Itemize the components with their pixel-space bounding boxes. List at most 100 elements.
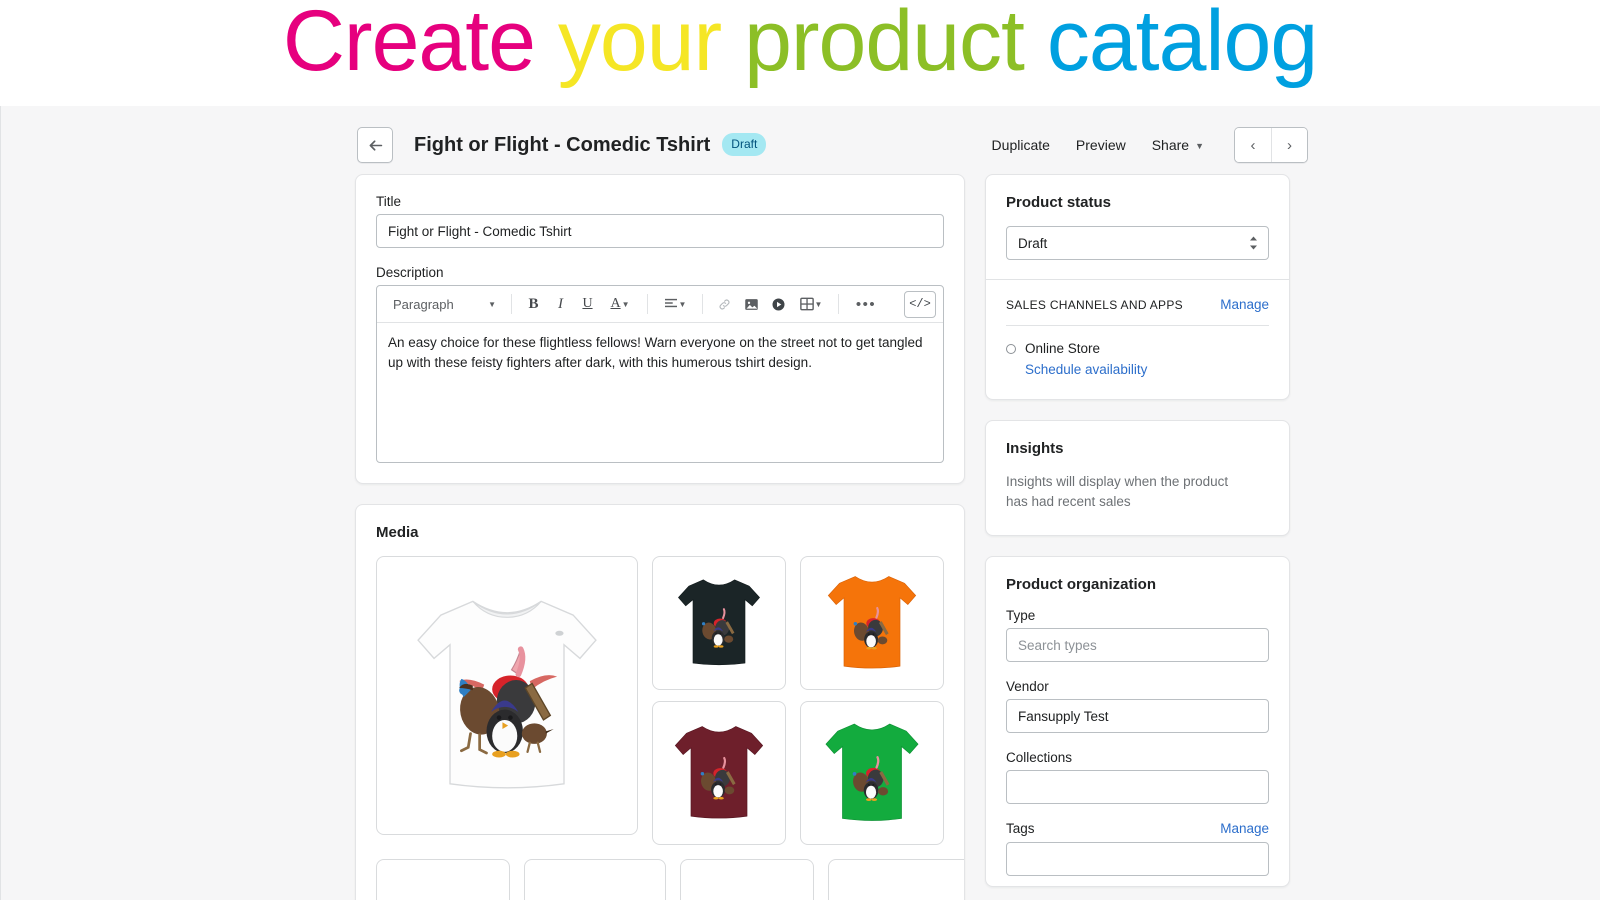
previous-product-button[interactable]: ‹ [1235, 128, 1271, 162]
sales-channels-label: SALES CHANNELS AND APPS [1006, 297, 1183, 312]
insights-heading: Insights [1006, 440, 1064, 457]
align-left-glyph [664, 298, 677, 308]
media-thumb-green[interactable] [800, 701, 944, 845]
media-featured[interactable] [376, 556, 638, 835]
chevron-down-icon: ▼ [1195, 141, 1204, 151]
tshirt-white-image [417, 600, 597, 788]
tshirt-black-image [678, 579, 760, 666]
description-editor: Paragraph ▼ B I U A ▼ ▼ ▼ ••• </> An eas… [376, 285, 944, 463]
schedule-availability-link[interactable]: Schedule availability [1025, 362, 1147, 377]
sidebar-column: Product status Draft Active [985, 174, 1290, 900]
media-thumb-extra-2[interactable] [524, 859, 666, 900]
media-card: Media [355, 504, 965, 900]
block-format-value: Paragraph [393, 296, 454, 312]
toolbar-divider [702, 294, 703, 314]
toolbar-divider [647, 294, 648, 314]
media-thumb-orange[interactable] [800, 556, 944, 690]
insights-card: Insights Insights will display when the … [985, 420, 1290, 537]
media-grid [376, 556, 944, 845]
text-color-icon[interactable]: A ▼ [602, 291, 638, 317]
description-label: Description [376, 265, 444, 280]
pager: ‹ › [1234, 127, 1308, 163]
page-banner: Create your product catalog [0, 0, 1600, 106]
channel-label: Online Store [1025, 341, 1101, 356]
admin-content-area: Fight or Flight - Comedic Tshirt Draft D… [7, 106, 1600, 900]
media-thumbnails [652, 556, 944, 845]
vendor-label: Vendor [1006, 679, 1049, 695]
video-icon[interactable] [766, 291, 791, 317]
product-organization-card: Product organization Type Vendor Collect… [985, 556, 1290, 888]
insights-body: Insights will display when the product h… [1006, 474, 1229, 509]
page-title: Fight or Flight - Comedic Tshirt [414, 133, 711, 156]
code-view-button[interactable]: </> [904, 290, 936, 318]
media-heading: Media [376, 524, 419, 541]
media-thumb-black[interactable] [652, 556, 786, 690]
block-format-select[interactable]: Paragraph ▼ [384, 291, 502, 318]
share-label: Share [1151, 137, 1190, 153]
image-icon[interactable] [739, 291, 764, 317]
circle-icon [1006, 343, 1016, 354]
banner-word-4: catalog [1046, 0, 1318, 89]
media-grid-row-2 [376, 859, 964, 900]
title-description-card: Title Description Paragraph ▼ B [355, 174, 965, 484]
table-glyph [799, 297, 814, 311]
arrow-left-icon [369, 139, 382, 151]
link-glyph [719, 299, 730, 309]
italic-icon[interactable]: I [548, 291, 573, 317]
title-label: Title [376, 194, 402, 209]
product-organization-heading: Product organization [1006, 576, 1156, 594]
underline-icon[interactable]: U [575, 291, 600, 317]
type-label: Type [1006, 608, 1036, 624]
tags-header: Tags Manage [1006, 821, 1269, 836]
share-button[interactable]: Share ▼ [1142, 130, 1214, 160]
title-input[interactable] [376, 214, 944, 248]
chevron-down-icon: ▼ [488, 299, 496, 309]
align-icon[interactable]: ▼ [657, 291, 693, 317]
header-actions: Duplicate Preview Share ▼ ‹ › [976, 127, 1308, 163]
product-status-heading: Product status [1006, 194, 1112, 211]
next-product-button[interactable]: › [1271, 128, 1307, 162]
toolbar-divider [838, 294, 839, 314]
banner-word-3: product [744, 0, 1025, 89]
tshirt-burgundy-image [674, 726, 764, 819]
banner-word-1: Create [282, 0, 536, 89]
banner-title: Create your product catalog [282, 0, 1318, 89]
tags-input[interactable] [1006, 842, 1269, 877]
toolbar-divider [511, 294, 512, 314]
vendor-input[interactable] [1006, 699, 1269, 734]
channel-online-store[interactable]: Online Store [1006, 326, 1269, 356]
product-status-select[interactable]: Draft Active [1006, 226, 1269, 260]
status-badge: Draft [722, 132, 767, 156]
page-header: Fight or Flight - Comedic Tshirt Draft D… [355, 116, 1310, 174]
product-page: Fight or Flight - Comedic Tshirt Draft D… [355, 106, 1310, 900]
tags-label: Tags [1006, 821, 1035, 837]
link-icon[interactable] [712, 291, 737, 317]
description-text[interactable]: An easy choice for these flightless fell… [377, 323, 943, 462]
media-thumb-extra-4[interactable] [828, 859, 964, 900]
editor-toolbar: Paragraph ▼ B I U A ▼ ▼ ▼ ••• </> [377, 286, 943, 323]
video-glyph [772, 298, 785, 310]
sales-channels-header: SALES CHANNELS AND APPS Manage [1006, 280, 1269, 312]
more-icon[interactable]: ••• [848, 291, 884, 317]
schedule-availability-row: Schedule availability [1006, 356, 1269, 379]
tshirt-green-image [825, 723, 919, 821]
type-input[interactable] [1006, 628, 1269, 663]
table-icon[interactable]: ▼ [793, 291, 829, 317]
media-thumb-burgundy[interactable] [652, 701, 786, 845]
duplicate-button[interactable]: Duplicate [982, 130, 1060, 160]
media-thumb-extra-1[interactable] [376, 859, 510, 900]
main-column: Title Description Paragraph ▼ B [355, 174, 965, 900]
bold-icon[interactable]: B [521, 291, 546, 317]
page-columns: Title Description Paragraph ▼ B [355, 174, 1310, 900]
back-button[interactable] [357, 127, 393, 163]
preview-button[interactable]: Preview [1066, 130, 1136, 160]
manage-channels-link[interactable]: Manage [1220, 297, 1269, 312]
tshirt-orange-image [827, 576, 917, 669]
collections-input[interactable] [1006, 770, 1269, 805]
manage-tags-link[interactable]: Manage [1220, 821, 1269, 836]
admin-app-shell: Fight or Flight - Comedic Tshirt Draft D… [0, 106, 1600, 900]
collections-label: Collections [1006, 750, 1073, 766]
banner-word-2: your [557, 0, 722, 89]
product-status-card: Product status Draft Active [985, 174, 1290, 400]
media-thumb-extra-3[interactable] [680, 859, 814, 900]
